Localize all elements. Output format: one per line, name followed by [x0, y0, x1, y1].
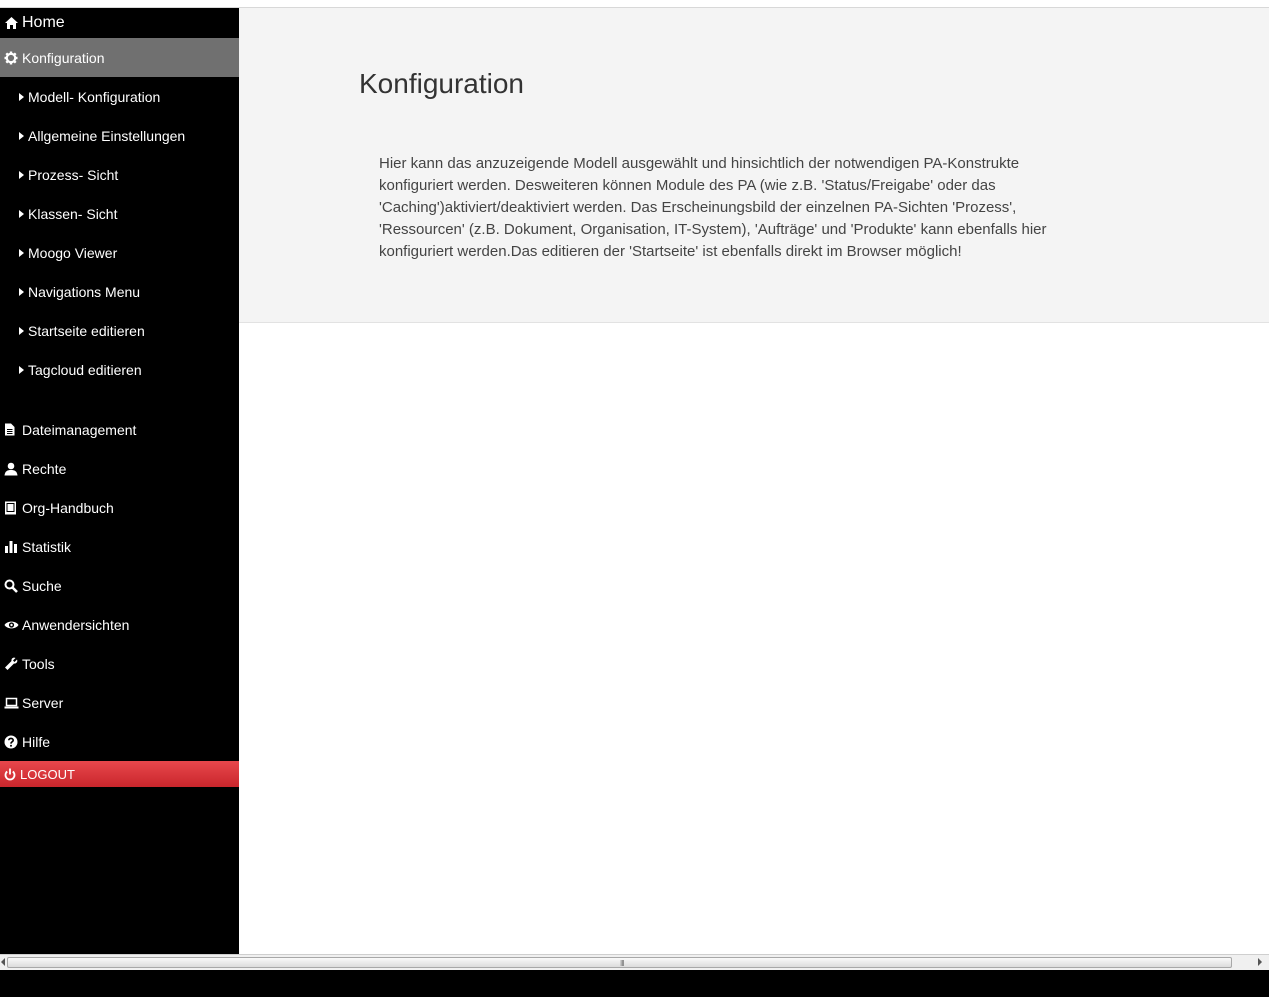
- caret-right-icon: [19, 248, 24, 257]
- power-icon: [4, 767, 17, 781]
- eye-icon: [4, 618, 19, 632]
- book-icon: [4, 501, 19, 515]
- sidebar-subitem-tagcloud-editieren[interactable]: Tagcloud editieren: [0, 350, 239, 389]
- sidebar-subitem-modell-konfiguration[interactable]: Modell- Konfiguration: [0, 77, 239, 116]
- sidebar-subitem-label: Modell- Konfiguration: [28, 88, 161, 105]
- sidebar-subitem-label: Klassen- Sicht: [28, 205, 118, 222]
- sidebar-subitem-allgemeine-einstellungen[interactable]: Allgemeine Einstellungen: [0, 116, 239, 155]
- sidebar-item-label: Server: [22, 694, 64, 711]
- sidebar-item-label: Tools: [22, 655, 55, 672]
- laptop-icon: [4, 696, 19, 710]
- page-title: Konfiguration: [359, 68, 525, 99]
- sidebar-subitem-klassen-sicht[interactable]: Klassen- Sicht: [0, 194, 239, 233]
- hero-panel: Konfiguration Hier kann das anzuzeigende…: [239, 8, 1269, 323]
- sidebar-item-home[interactable]: Home: [0, 8, 239, 38]
- caret-right-icon: [19, 209, 24, 218]
- sidebar-item-org-handbuch[interactable]: Org-Handbuch: [0, 488, 239, 527]
- sidebar-item-label: Home: [22, 14, 65, 31]
- sidebar-item-label: Statistik: [22, 538, 72, 555]
- page-description: Hier kann das anzuzeigende Modell ausgew…: [379, 155, 1047, 260]
- scrollbar-thumb[interactable]: III: [7, 957, 1232, 968]
- caret-right-icon: [19, 326, 24, 335]
- file-icon: [4, 423, 19, 437]
- user-icon: [4, 462, 19, 476]
- sidebar-subitem-label: Prozess- Sicht: [28, 166, 119, 183]
- scroll-right-arrow-icon[interactable]: [1258, 958, 1262, 966]
- question-icon: [4, 735, 19, 749]
- sidebar-item-tools[interactable]: Tools: [0, 644, 239, 683]
- home-icon: [4, 16, 19, 30]
- sidebar-item-hilfe[interactable]: Hilfe: [0, 722, 239, 761]
- caret-right-icon: [19, 131, 24, 140]
- sidebar: Home Konfiguration Modell- Konfiguration…: [0, 8, 239, 954]
- search-icon: [4, 579, 19, 593]
- sidebar-item-statistik[interactable]: Statistik: [0, 527, 239, 566]
- sidebar-item-dateimanagement[interactable]: Dateimanagement: [0, 410, 239, 449]
- window-top-strip: [0, 0, 1269, 8]
- bottom-bar: [0, 970, 1269, 997]
- sidebar-subitem-startseite-editieren[interactable]: Startseite editieren: [0, 311, 239, 350]
- sidebar-item-suche[interactable]: Suche: [0, 566, 239, 605]
- sidebar-subitem-moogo-viewer[interactable]: Moogo Viewer: [0, 233, 239, 272]
- sidebar-item-label: Org-Handbuch: [22, 499, 114, 516]
- sidebar-item-anwendersichten[interactable]: Anwendersichten: [0, 605, 239, 644]
- sidebar-subitem-label: Allgemeine Einstellungen: [28, 127, 186, 144]
- sidebar-item-label: Dateimanagement: [22, 421, 137, 438]
- sidebar-subitem-navigations-menu[interactable]: Navigations Menu: [0, 272, 239, 311]
- bar-chart-icon: [4, 540, 19, 554]
- sidebar-subitem-prozess-sicht[interactable]: Prozess- Sicht: [0, 155, 239, 194]
- caret-right-icon: [19, 365, 24, 374]
- sidebar-subitem-label: Tagcloud editieren: [28, 361, 142, 378]
- sidebar-subitem-label: Startseite editieren: [28, 322, 145, 339]
- sidebar-subitem-label: Moogo Viewer: [28, 244, 118, 261]
- sidebar-item-label: Konfiguration: [22, 49, 105, 66]
- sidebar-item-label: Hilfe: [22, 733, 51, 750]
- caret-right-icon: [19, 170, 24, 179]
- scroll-left-arrow-icon[interactable]: [1, 958, 5, 966]
- horizontal-scrollbar[interactable]: III: [0, 954, 1269, 970]
- caret-right-icon: [19, 92, 24, 101]
- gear-icon: [4, 51, 19, 65]
- main-content: Konfiguration Hier kann das anzuzeigende…: [239, 8, 1269, 954]
- sidebar-item-rechte[interactable]: Rechte: [0, 449, 239, 488]
- sidebar-item-label: Anwendersichten: [22, 616, 130, 633]
- scrollbar-grip: III: [620, 959, 625, 968]
- logout-label: LOGOUT: [20, 766, 75, 782]
- sidebar-item-label: Suche: [22, 577, 62, 594]
- sidebar-item-server[interactable]: Server: [0, 683, 239, 722]
- wrench-icon: [4, 657, 19, 671]
- logout-button[interactable]: LOGOUT: [0, 761, 239, 787]
- sidebar-subitem-label: Navigations Menu: [28, 283, 141, 300]
- sidebar-item-label: Rechte: [22, 460, 67, 477]
- sidebar-item-konfiguration[interactable]: Konfiguration: [0, 38, 239, 77]
- caret-right-icon: [19, 287, 24, 296]
